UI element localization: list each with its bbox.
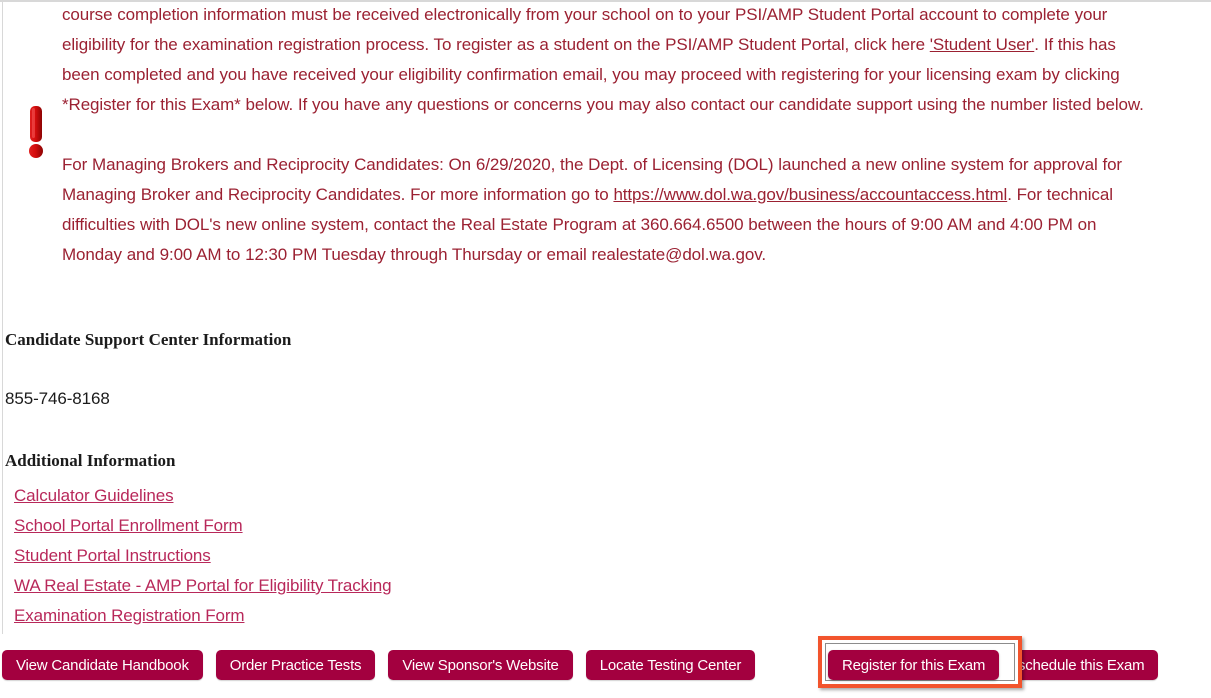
button-slot: Order Practice Tests — [215, 650, 376, 680]
view-sponsors-website-button[interactable]: View Sponsor's Website — [388, 650, 573, 680]
button-slot: View Sponsor's Website — [388, 650, 573, 680]
button-slot-register: Register for this Exam — [828, 650, 1000, 680]
page-left-rule — [2, 0, 3, 634]
alert-paragraph-2: For Managing Brokers and Reciprocity Can… — [62, 150, 1157, 270]
order-practice-tests-button[interactable]: Order Practice Tests — [215, 650, 376, 680]
additional-link-student-portal-instructions[interactable]: Student Portal Instructions — [14, 546, 211, 565]
button-slot: View Candidate Handbook — [2, 650, 203, 680]
view-candidate-handbook-button[interactable]: View Candidate Handbook — [2, 650, 203, 680]
additional-link-wa-real-estate-amp-portal[interactable]: WA Real Estate - AMP Portal for Eligibil… — [14, 576, 392, 595]
student-user-link[interactable]: 'Student User' — [930, 35, 1035, 54]
additional-link-school-portal-enrollment-form[interactable]: School Portal Enrollment Form — [14, 516, 243, 535]
alert-paragraph-1: course completion information must be re… — [62, 0, 1157, 120]
additional-information-list: Calculator Guidelines School Portal Enro… — [14, 481, 392, 631]
register-for-this-exam-button[interactable]: Register for this Exam — [828, 650, 1000, 680]
list-item: Student Portal Instructions — [14, 541, 391, 571]
additional-link-examination-registration-form[interactable]: Examination Registration Form — [14, 606, 245, 625]
list-item: WA Real Estate - AMP Portal for Eligibil… — [14, 571, 392, 601]
list-item: Calculator Guidelines — [14, 481, 391, 511]
additional-information-heading: Additional Information — [5, 451, 176, 470]
exclamation-mark-icon — [25, 88, 51, 160]
candidate-support-phone: 855-746-8168 — [5, 389, 110, 408]
candidate-support-heading: Candidate Support Center Information — [5, 330, 292, 349]
locate-testing-center-button[interactable]: Locate Testing Center — [585, 650, 756, 680]
dol-account-access-link[interactable]: https://www.dol.wa.gov/business/accounta… — [613, 185, 1007, 204]
button-slot: Locate Testing Center — [585, 650, 756, 680]
list-item: School Portal Enrollment Form — [14, 511, 391, 541]
additional-link-calculator-guidelines[interactable]: Calculator Guidelines — [14, 486, 174, 505]
alert-message-body: course completion information must be re… — [62, 0, 1157, 270]
list-item: Examination Registration Form — [14, 601, 391, 631]
